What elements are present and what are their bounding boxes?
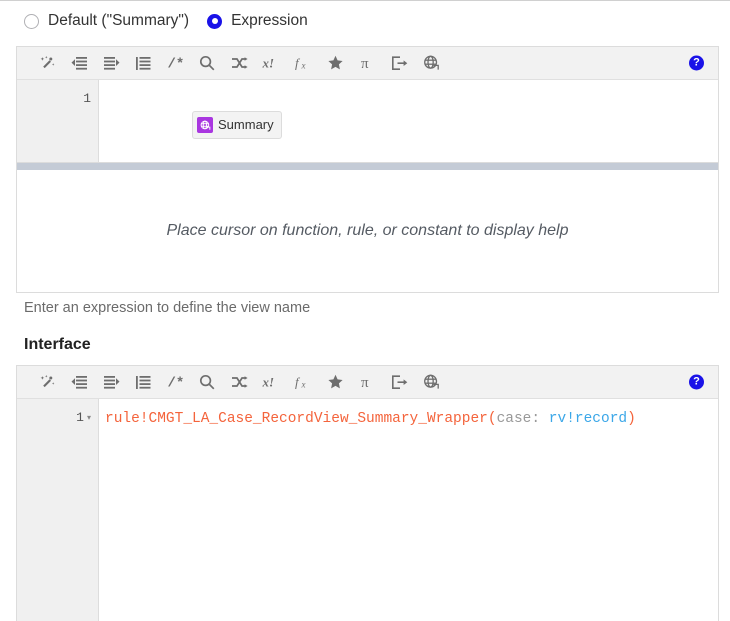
name-editor-gutter: 1 bbox=[17, 80, 99, 162]
code-line[interactable]: rule!CMGT_LA_Case_RecordView_Summary_Wra… bbox=[105, 408, 718, 430]
export-icon[interactable] bbox=[383, 49, 415, 77]
svg-text:π: π bbox=[361, 56, 369, 71]
export-icon[interactable] bbox=[383, 368, 415, 396]
help-button[interactable]: ? bbox=[689, 55, 704, 71]
svg-text:/*: /* bbox=[167, 376, 184, 391]
code-token-rule-name: rule!CMGT_LA_Case_RecordView_Summary_Wra… bbox=[105, 411, 488, 427]
view-name-mode-radio-group: Default ("Summary") Expression bbox=[24, 12, 308, 30]
format-lines-icon[interactable] bbox=[127, 368, 159, 396]
pi-icon[interactable]: π bbox=[351, 368, 383, 396]
help-button[interactable]: ? bbox=[689, 374, 704, 390]
code-token-open-paren: ( bbox=[487, 411, 497, 427]
x-exclaim-icon[interactable]: x! bbox=[255, 49, 287, 77]
svg-text:x: x bbox=[300, 380, 305, 390]
code-token-param-name: case: bbox=[496, 411, 549, 427]
line-number: 1 bbox=[76, 410, 84, 425]
interface-editor-gutter: 1 ▾ bbox=[17, 399, 99, 621]
shuffle-icon[interactable] bbox=[223, 368, 255, 396]
help-placeholder-text: Place cursor on function, rule, or const… bbox=[166, 222, 569, 239]
radio-option-expression[interactable]: Expression bbox=[207, 12, 308, 30]
chip-label: Summary bbox=[218, 117, 274, 132]
magic-wand-icon[interactable] bbox=[31, 49, 63, 77]
view-name-expression-editor: /* x! f x π ? 1 Summary Place cursor on … bbox=[16, 46, 719, 293]
svg-text:π: π bbox=[361, 375, 369, 390]
function-icon[interactable]: f x bbox=[287, 368, 319, 396]
star-icon[interactable] bbox=[319, 49, 351, 77]
search-icon[interactable] bbox=[191, 49, 223, 77]
fold-arrow-icon[interactable]: ▾ bbox=[87, 415, 91, 423]
code-line[interactable]: Summary bbox=[105, 89, 718, 139]
name-editor-lines[interactable]: Summary bbox=[99, 80, 718, 162]
expression-editor-page: Default ("Summary") Expression /* x! f x… bbox=[0, 0, 730, 621]
summary-token-chip[interactable]: Summary bbox=[192, 111, 282, 139]
outdent-icon[interactable] bbox=[63, 368, 95, 396]
top-divider bbox=[0, 0, 730, 1]
radio-option-default[interactable]: Default ("Summary") bbox=[24, 12, 189, 30]
editor-resize-handle[interactable] bbox=[17, 162, 718, 170]
interface-editor-code-area[interactable]: 1 ▾ rule!CMGT_LA_Case_RecordView_Summary… bbox=[17, 399, 718, 621]
view-name-hint: Enter an expression to define the view n… bbox=[24, 300, 311, 316]
x-exclaim-icon[interactable]: x! bbox=[255, 368, 287, 396]
globe-icon[interactable] bbox=[415, 368, 447, 396]
interface-expression-editor: /* x! f x π ? 1 ▾ rule!CMGT_LA_Case_Reco… bbox=[16, 365, 719, 621]
comment-icon[interactable]: /* bbox=[159, 368, 191, 396]
radio-label-default: Default ("Summary") bbox=[48, 12, 190, 29]
radio-label-expression: Expression bbox=[231, 12, 308, 29]
line-number: 1 bbox=[83, 91, 91, 106]
comment-icon[interactable]: /* bbox=[159, 49, 191, 77]
outdent-icon[interactable] bbox=[63, 49, 95, 77]
line-number-row: 1 ▾ bbox=[17, 408, 98, 428]
svg-text:x: x bbox=[300, 61, 305, 71]
help-panel: Place cursor on function, rule, or const… bbox=[17, 170, 718, 292]
interface-editor-lines[interactable]: rule!CMGT_LA_Case_RecordView_Summary_Wra… bbox=[99, 399, 718, 621]
name-editor-toolbar: /* x! f x π ? bbox=[17, 47, 718, 80]
star-icon[interactable] bbox=[319, 368, 351, 396]
name-editor-code-area[interactable]: 1 Summary bbox=[17, 80, 718, 162]
indent-icon[interactable] bbox=[95, 368, 127, 396]
magic-wand-icon[interactable] bbox=[31, 368, 63, 396]
interface-editor-toolbar: /* x! f x π ? bbox=[17, 366, 718, 399]
format-lines-icon[interactable] bbox=[127, 49, 159, 77]
search-icon[interactable] bbox=[191, 368, 223, 396]
globe-icon[interactable] bbox=[415, 49, 447, 77]
svg-text:/*: /* bbox=[167, 57, 184, 72]
code-token-param-value: rv!record bbox=[548, 411, 628, 427]
radio-indicator-expression[interactable] bbox=[207, 13, 223, 29]
function-icon[interactable]: f x bbox=[287, 49, 319, 77]
svg-text:x!: x! bbox=[262, 56, 274, 71]
svg-text:f: f bbox=[295, 56, 301, 71]
svg-text:f: f bbox=[295, 375, 301, 390]
indent-icon[interactable] bbox=[95, 49, 127, 77]
globe-icon bbox=[197, 117, 214, 133]
shuffle-icon[interactable] bbox=[223, 49, 255, 77]
pi-icon[interactable]: π bbox=[351, 49, 383, 77]
code-token-close-paren: ) bbox=[627, 411, 636, 427]
interface-section-title: Interface bbox=[24, 336, 91, 353]
svg-text:x!: x! bbox=[262, 375, 274, 390]
radio-indicator-default[interactable] bbox=[24, 13, 39, 29]
